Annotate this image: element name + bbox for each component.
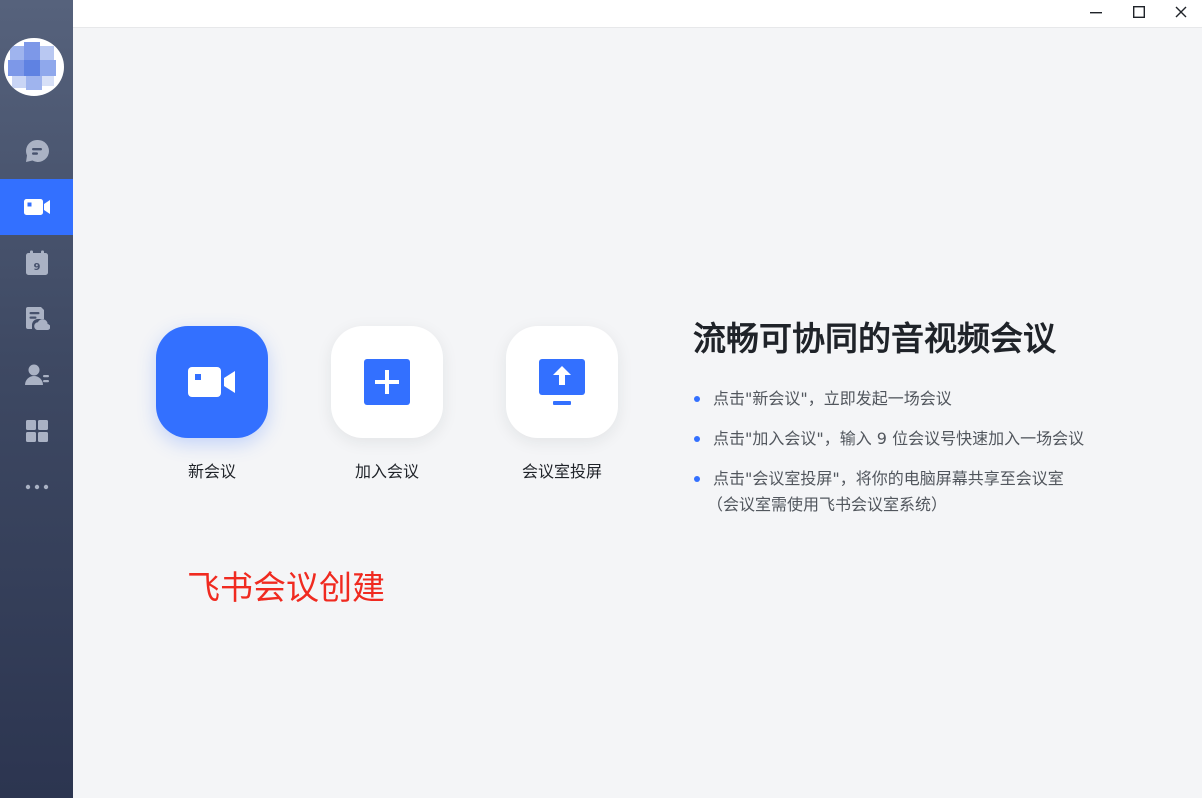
cloud-doc-icon — [25, 307, 50, 331]
sidebar-item-video-meeting[interactable] — [0, 179, 73, 235]
new-meeting-button[interactable] — [156, 326, 268, 438]
more-dots-icon — [25, 484, 48, 490]
svg-text:9: 9 — [33, 262, 40, 273]
room-share-label: 会议室投屏 — [521, 462, 602, 481]
screen-share-icon — [539, 359, 585, 405]
page-headline: 流畅可协同的音视频会议 — [693, 319, 1056, 358]
apps-grid-icon — [25, 420, 48, 442]
sidebar: 9 — [0, 0, 73, 798]
tip-text: 点击"加入会议"，输入 9 位会议号快速加入一场会议 — [713, 429, 1085, 448]
minimize-button[interactable] — [1074, 0, 1118, 24]
close-button[interactable] — [1159, 0, 1202, 24]
sidebar-item-more[interactable] — [0, 459, 73, 515]
sidebar-item-docs[interactable] — [0, 291, 73, 347]
tip-text: 点击"新会议"，立即发起一场会议 — [713, 389, 952, 408]
sidebar-item-workplace[interactable] — [0, 403, 73, 459]
join-meeting-button[interactable] — [331, 326, 443, 438]
calendar-icon: 9 — [25, 250, 48, 275]
chat-bubble-icon — [25, 139, 49, 162]
video-camera-icon — [188, 367, 235, 397]
title-bar — [73, 0, 1202, 28]
bullet-dot — [694, 476, 700, 482]
bullet-dot — [694, 436, 700, 442]
sidebar-item-messages[interactable] — [0, 123, 73, 179]
room-share-button[interactable] — [506, 326, 618, 438]
sidebar-item-calendar[interactable]: 9 — [0, 235, 73, 291]
tip-subtext: （会议室需使用飞书会议室系统） — [707, 495, 948, 514]
maximize-button[interactable] — [1117, 0, 1161, 24]
join-meeting-label: 加入会议 — [354, 462, 419, 481]
tips-list: 点击"新会议"，立即发起一场会议 点击"加入会议"，输入 9 位会议号快速加入一… — [693, 386, 1163, 532]
plus-icon — [364, 359, 410, 405]
annotation-text: 飞书会议创建 — [187, 568, 385, 607]
avatar[interactable] — [4, 38, 64, 96]
maximize-icon — [1133, 6, 1145, 18]
sidebar-item-contacts[interactable] — [0, 347, 73, 403]
tip-item: 点击"会议室投屏"，将你的电脑屏幕共享至会议室 （会议室需使用飞书会议室系统） — [693, 466, 1163, 518]
bullet-dot — [694, 396, 700, 402]
contacts-icon — [24, 364, 49, 385]
new-meeting-label: 新会议 — [187, 462, 236, 481]
video-camera-icon — [23, 199, 50, 215]
tip-item: 点击"加入会议"，输入 9 位会议号快速加入一场会议 — [693, 426, 1163, 452]
tip-item: 点击"新会议"，立即发起一场会议 — [693, 386, 1163, 412]
tip-text: 点击"会议室投屏"，将你的电脑屏幕共享至会议室 — [713, 469, 1064, 488]
minimize-icon — [1090, 12, 1102, 14]
close-icon — [1175, 6, 1187, 18]
